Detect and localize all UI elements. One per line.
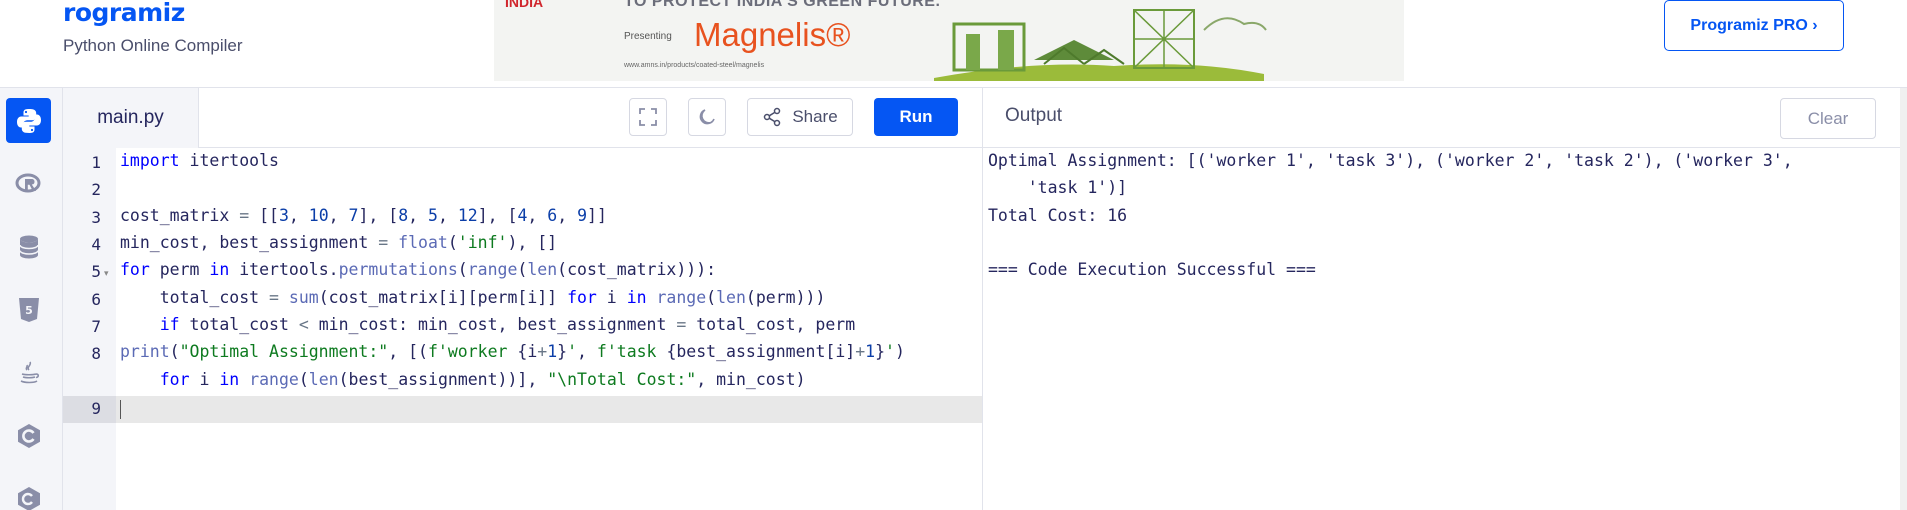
code-line-7: if total_cost < min_cost: min_cost, best… [159, 315, 856, 334]
cpp-icon[interactable] [6, 476, 51, 510]
output-title: Output [1005, 105, 1063, 126]
output-line: Optimal Assignment: [('worker 1', 'task … [988, 151, 1793, 170]
share-icon [764, 107, 781, 127]
output-line: Total Cost: 16 [988, 206, 1128, 225]
top-header: rogramiz Python Online Compiler INDIA TO… [0, 0, 1907, 88]
java-icon[interactable] [6, 350, 51, 395]
ad-illustration [934, 9, 1267, 81]
ad-url: www.amns.in/products/coated-steel/magnel… [624, 62, 765, 69]
code-line-8: print("Optimal Assignment:", [(f'worker … [120, 342, 905, 361]
page-subtitle: Python Online Compiler [63, 36, 243, 55]
html-icon[interactable]: 5 [6, 287, 51, 332]
output-console: Optimal Assignment: [('worker 1', 'task … [983, 148, 1907, 510]
output-line: 'task 1')] [988, 178, 1128, 197]
line-number: 8 [91, 344, 101, 363]
file-tab-main[interactable]: main.py [63, 88, 199, 148]
line-number: 9 [91, 399, 101, 418]
code-line-6: total_cost = sum(cost_matrix[i][perm[i]]… [120, 288, 826, 307]
clear-button[interactable]: Clear [1780, 98, 1876, 139]
ad-tag: INDIA [505, 0, 544, 10]
r-icon[interactable] [6, 161, 51, 206]
logo-text: rogramiz [63, 0, 185, 27]
line-number: 5 [91, 262, 101, 281]
c-icon[interactable] [6, 413, 51, 458]
output-toolbar: Output Clear [983, 88, 1907, 148]
line-number: 2 [91, 180, 101, 199]
programiz-logo[interactable]: rogramiz [63, 0, 185, 27]
code-line-3: cost_matrix = [[3, 10, 7], [8, 5, 12], [… [120, 206, 607, 225]
fold-arrow-icon[interactable]: ▾ [104, 268, 109, 279]
sql-icon[interactable] [6, 224, 51, 269]
code-line-4: min_cost, best_assignment = float('inf')… [120, 233, 558, 252]
advertisement-banner[interactable]: INDIA TO PROTECT INDIA'S GREEN FUTURE. P… [494, 0, 1404, 81]
fullscreen-icon [639, 108, 657, 126]
editor-toolbar: main.py Share Run [63, 88, 983, 148]
python-icon[interactable] [6, 98, 51, 143]
ad-presenting: Presenting [624, 31, 672, 42]
line-number: 1 [91, 153, 101, 172]
ad-headline: TO PROTECT INDIA'S GREEN FUTURE. [624, 0, 941, 10]
line-number: 3 [91, 208, 101, 227]
code-editor[interactable]: import itertools cost_matrix = [[3, 10, … [116, 148, 982, 510]
svg-text:5: 5 [25, 304, 33, 317]
code-line-5: for perm in itertools.permutations(range… [120, 260, 717, 279]
theme-toggle-button[interactable] [688, 98, 726, 136]
line-numbers: 1 2 3 4 5 ▾ 6 7 8 9 [63, 148, 116, 510]
run-button[interactable]: Run [874, 98, 958, 136]
ad-brand: Magnelis® [694, 16, 851, 53]
share-button[interactable]: Share [747, 98, 853, 136]
file-tab-label: main.py [97, 107, 164, 128]
line-number: 7 [91, 317, 101, 336]
fullscreen-button[interactable] [629, 98, 667, 136]
line-number: 6 [91, 290, 101, 309]
line-number: 4 [91, 235, 101, 254]
share-label: Share [792, 107, 838, 126]
text-cursor [120, 400, 121, 419]
programiz-pro-button[interactable]: Programiz PRO › [1664, 0, 1844, 51]
output-line: === Code Execution Successful === [988, 260, 1316, 279]
code-line-1: import itertools [120, 151, 279, 170]
moon-icon [699, 109, 715, 125]
code-line-8-wrap: for i in range(len(best_assignment))], "… [159, 370, 806, 389]
language-sidebar: 5 [0, 88, 63, 510]
page-scrollbar[interactable] [1900, 88, 1907, 510]
